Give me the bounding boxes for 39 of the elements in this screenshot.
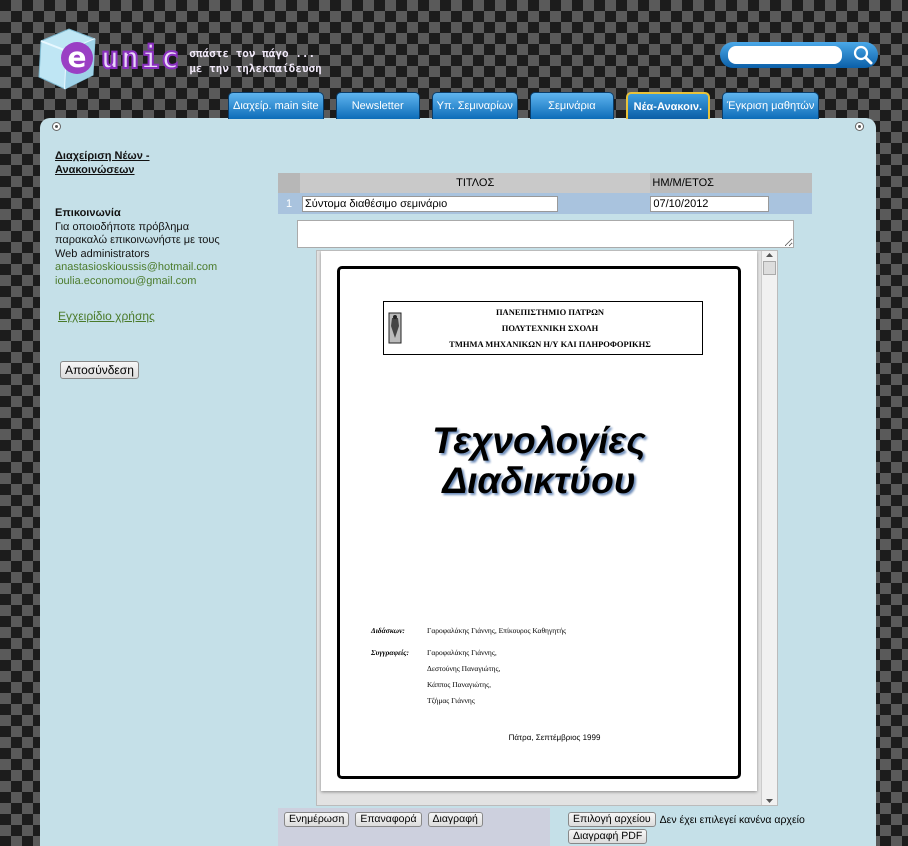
row-number: 1 xyxy=(286,198,292,210)
document-header-line: ΠΑΝΕΠΙΣΤΗΜΙΟ ΠΑΤΡΩΝ xyxy=(494,306,606,319)
column-header: ΤΙΤΛΟΣ xyxy=(456,177,494,189)
contact-text: Για οποιοδήποτε πρόβλημα παρακαλώ επικοινωνήστε με τους Web administrators xyxy=(55,220,221,261)
scroll-thumb[interactable] xyxy=(763,261,776,275)
nav-tab[interactable]: Έγκριση μαθητών xyxy=(722,92,820,119)
document-header-line: ΤΜΗΜΑ ΜΗΧΑΝΙΚΩΝ Η/Υ ΚΑΙ ΠΛΗΡΟΦΟΡΙΚΗΣ xyxy=(448,338,652,351)
document-header-line: ΠΟΛΥΤΕΧΝΙΚΗ ΣΧΟΛΗ xyxy=(500,322,600,335)
scroll-down-icon[interactable] xyxy=(765,797,774,805)
sidebar-link[interactable]: Διαχείριση Νέων - Ανακοινώσεων xyxy=(55,150,195,177)
tagline: σπάστε τον πάγο ... με την τηλεκπαίδευση xyxy=(189,46,322,76)
delete-pdf-button[interactable]: Διαγραφή PDF xyxy=(568,829,648,844)
screw-icon xyxy=(52,122,61,131)
action-button[interactable]: Επαναφορά xyxy=(355,812,422,827)
email-link[interactable]: anastasioskioussis@hotmail.com xyxy=(55,261,278,274)
screw-icon xyxy=(855,122,864,131)
file-status: Δεν έχει επιλεγεί κανένα αρχείο xyxy=(660,814,805,826)
action-button[interactable]: Ενημέρωση xyxy=(284,812,350,827)
action-button[interactable]: Διαγραφή xyxy=(428,812,483,827)
crest-icon xyxy=(388,312,402,344)
search-field[interactable] xyxy=(720,42,878,68)
scroll-up-icon[interactable] xyxy=(765,251,774,259)
manual-link[interactable]: Εγχειρίδιο χρήσης xyxy=(58,310,155,324)
scrollbar[interactable] xyxy=(761,251,777,805)
nav-tab[interactable]: Υπ. Σεμιναρίων xyxy=(432,92,518,119)
logo-text: unic xyxy=(101,40,182,76)
title-field[interactable]: Σύντομα διαθέσιμο σεμινάριο xyxy=(302,196,558,212)
document-footer: Πάτρα, Σεπτέμβριος 1999 xyxy=(371,733,738,742)
email-link[interactable]: ioulia.economou@gmail.com xyxy=(55,274,278,288)
file-button[interactable]: Επιλογή αρχείου xyxy=(568,812,656,827)
contact-title: Επικοινωνία xyxy=(55,207,122,220)
document-title: Διαδικτύου xyxy=(441,461,636,501)
column-header: ΗΜ/Μ/ΕΤΟΣ xyxy=(652,177,714,189)
document-title: Τεχνολογίες xyxy=(431,421,647,461)
nav-tab[interactable]: Σεμινάρια xyxy=(530,92,614,119)
logout-button[interactable]: Αποσύνδεση xyxy=(60,360,139,378)
nav-tab[interactable]: Νέα-Ανακοιν. xyxy=(626,92,710,119)
date-field[interactable]: 07/10/2012 xyxy=(650,196,770,212)
search-icon[interactable] xyxy=(852,45,874,65)
